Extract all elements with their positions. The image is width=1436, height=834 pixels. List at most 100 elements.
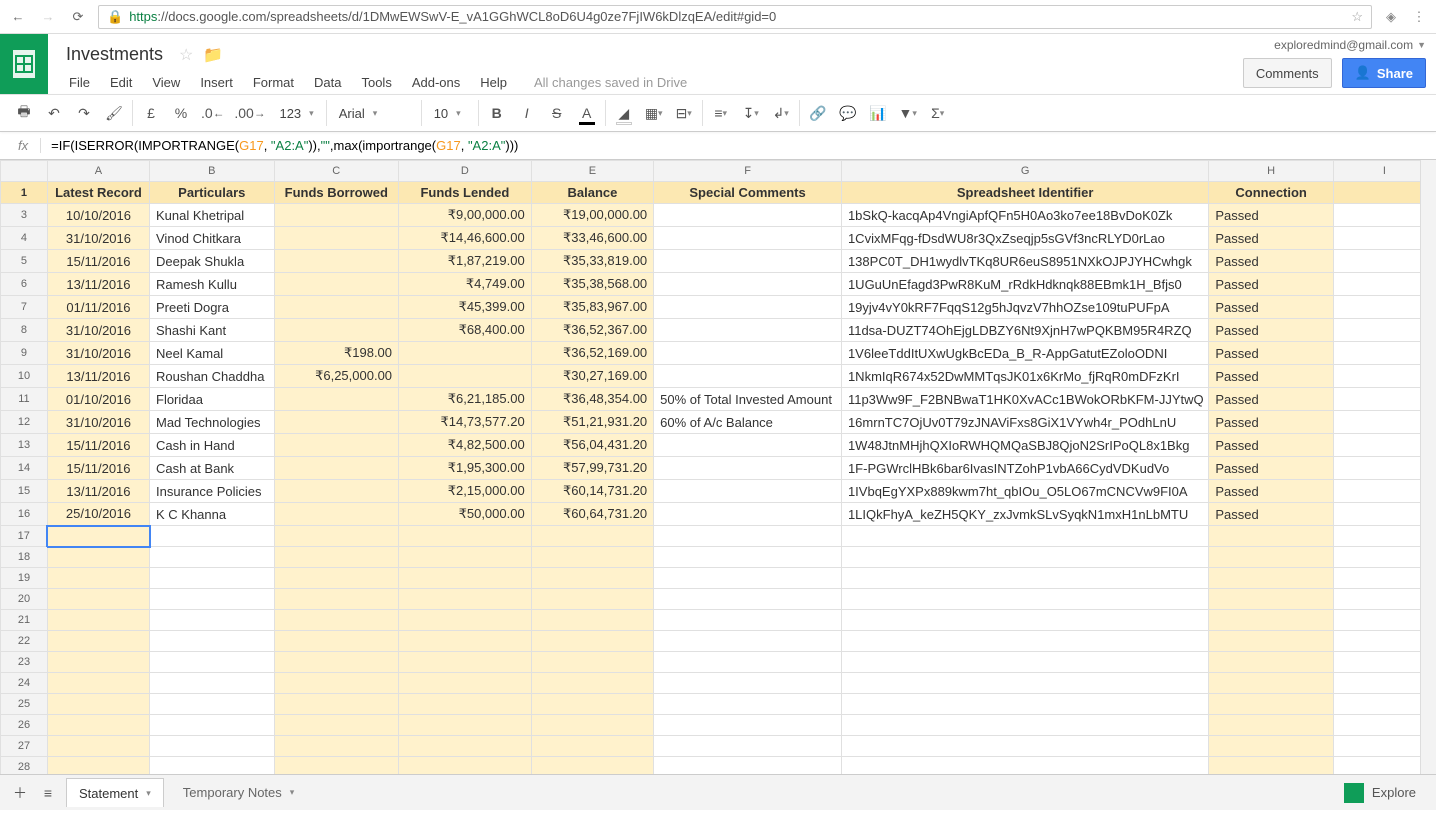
share-button[interactable]: 👤 Share <box>1342 58 1426 88</box>
cell[interactable]: Passed <box>1209 273 1334 296</box>
cell[interactable] <box>1209 610 1334 631</box>
cell[interactable] <box>1209 673 1334 694</box>
row-header-16[interactable]: 16 <box>1 503 48 526</box>
cell[interactable] <box>841 694 1208 715</box>
cell[interactable] <box>47 652 149 673</box>
cell[interactable] <box>841 589 1208 610</box>
cell[interactable] <box>399 673 532 694</box>
cell[interactable] <box>654 457 842 480</box>
cell[interactable]: 19yjv4vY0kRF7FqqS12g5hJqvzV7hhOZse109tuP… <box>841 296 1208 319</box>
text-color-icon[interactable]: A <box>577 101 597 125</box>
cell[interactable] <box>531 757 653 775</box>
bookmark-star-icon[interactable]: ☆ <box>1351 9 1363 25</box>
cell[interactable] <box>654 547 842 568</box>
cell[interactable] <box>274 757 399 775</box>
vertical-align-icon[interactable]: ↧ ▾ <box>741 101 761 125</box>
cell[interactable] <box>150 757 275 775</box>
drive-icon[interactable]: ◈ <box>1382 8 1400 26</box>
functions-icon[interactable]: Σ ▾ <box>928 101 948 125</box>
cell[interactable]: Insurance Policies <box>150 480 275 503</box>
add-sheet-button[interactable]: ＋ <box>10 781 30 805</box>
cell[interactable]: 60% of A/c Balance <box>654 411 842 434</box>
cell[interactable]: 11dsa-DUZT74OhEjgLDBZY6Nt9XjnH7wPQKBM95R… <box>841 319 1208 342</box>
cell[interactable] <box>274 694 399 715</box>
cell[interactable]: Floridaa <box>150 388 275 411</box>
cell[interactable]: Passed <box>1209 296 1334 319</box>
cell[interactable] <box>150 652 275 673</box>
cell[interactable]: 25/10/2016 <box>47 503 149 526</box>
cell[interactable]: ₹51,21,931.20 <box>531 411 653 434</box>
header-cell[interactable]: Balance <box>531 182 653 204</box>
cell[interactable]: 1W48JtnMHjhQXIoRWHQMQaSBJ8QjoN2SrIPoQL8x… <box>841 434 1208 457</box>
sheet-tab-statement[interactable]: Statement▾ <box>66 778 164 807</box>
cell[interactable] <box>531 526 653 547</box>
cell[interactable]: Mad Technologies <box>150 411 275 434</box>
borders-icon[interactable]: ▦ ▾ <box>644 101 664 125</box>
cell[interactable] <box>654 694 842 715</box>
menu-view[interactable]: View <box>143 71 189 94</box>
cell[interactable]: ₹35,38,568.00 <box>531 273 653 296</box>
font-family-select[interactable]: Arial ▾ <box>335 104 413 123</box>
cell[interactable]: ₹30,27,169.00 <box>531 365 653 388</box>
cell[interactable]: Cash at Bank <box>150 457 275 480</box>
cell[interactable]: ₹33,46,600.00 <box>531 227 653 250</box>
cell[interactable] <box>150 715 275 736</box>
cell[interactable]: 01/10/2016 <box>47 388 149 411</box>
cell[interactable]: ₹198.00 <box>274 342 399 365</box>
row-header-24[interactable]: 24 <box>1 673 48 694</box>
cell[interactable]: 01/11/2016 <box>47 296 149 319</box>
cell[interactable]: ₹6,21,185.00 <box>399 388 532 411</box>
vertical-scrollbar[interactable] <box>1420 160 1436 774</box>
cell[interactable] <box>654 673 842 694</box>
cell[interactable] <box>274 568 399 589</box>
cell[interactable] <box>654 526 842 547</box>
row-header-21[interactable]: 21 <box>1 610 48 631</box>
cell[interactable]: 13/11/2016 <box>47 480 149 503</box>
col-header-D[interactable]: D <box>399 161 532 182</box>
menu-edit[interactable]: Edit <box>101 71 141 94</box>
cell[interactable]: 11p3Ww9F_F2BNBwaT1HK0XvACc1BWokORbKFM-JJ… <box>841 388 1208 411</box>
cell[interactable]: Passed <box>1209 319 1334 342</box>
cell[interactable]: ₹14,73,577.20 <box>399 411 532 434</box>
header-cell[interactable]: Particulars <box>150 182 275 204</box>
explore-button[interactable]: Explore <box>1334 779 1426 807</box>
cell[interactable] <box>531 694 653 715</box>
menu-insert[interactable]: Insert <box>191 71 242 94</box>
cell[interactable] <box>399 694 532 715</box>
cell[interactable] <box>1209 547 1334 568</box>
cell[interactable]: Cash in Hand <box>150 434 275 457</box>
cell[interactable] <box>654 296 842 319</box>
cell[interactable] <box>47 736 149 757</box>
cell[interactable] <box>274 273 399 296</box>
print-icon[interactable]: 🖶 <box>14 101 34 125</box>
cell[interactable] <box>841 526 1208 547</box>
cell[interactable]: 1CvixMFqg-fDsdWU8r3QxZseqjp5sGVf3ncRLYD0… <box>841 227 1208 250</box>
cell[interactable]: ₹19,00,000.00 <box>531 204 653 227</box>
cell[interactable] <box>274 388 399 411</box>
cell[interactable] <box>841 631 1208 652</box>
cell[interactable]: Ramesh Kullu <box>150 273 275 296</box>
cell[interactable] <box>531 736 653 757</box>
cell[interactable]: 15/11/2016 <box>47 434 149 457</box>
cell[interactable] <box>654 631 842 652</box>
cell[interactable] <box>399 715 532 736</box>
cell[interactable]: Neel Kamal <box>150 342 275 365</box>
cell[interactable] <box>1209 757 1334 775</box>
cell[interactable] <box>654 652 842 673</box>
row-header-14[interactable]: 14 <box>1 457 48 480</box>
cell[interactable] <box>47 547 149 568</box>
cell[interactable] <box>47 757 149 775</box>
cell[interactable] <box>399 589 532 610</box>
cell[interactable] <box>531 673 653 694</box>
cell[interactable]: 13/11/2016 <box>47 273 149 296</box>
header-cell[interactable]: Funds Lended <box>399 182 532 204</box>
cell[interactable] <box>531 547 653 568</box>
cell[interactable]: ₹36,52,367.00 <box>531 319 653 342</box>
row-header-19[interactable]: 19 <box>1 568 48 589</box>
cell[interactable]: K C Khanna <box>150 503 275 526</box>
cell[interactable] <box>1209 652 1334 673</box>
header-cell[interactable]: Connection <box>1209 182 1334 204</box>
cell[interactable]: ₹35,33,819.00 <box>531 250 653 273</box>
menu-help[interactable]: Help <box>471 71 516 94</box>
cell[interactable]: ₹50,000.00 <box>399 503 532 526</box>
